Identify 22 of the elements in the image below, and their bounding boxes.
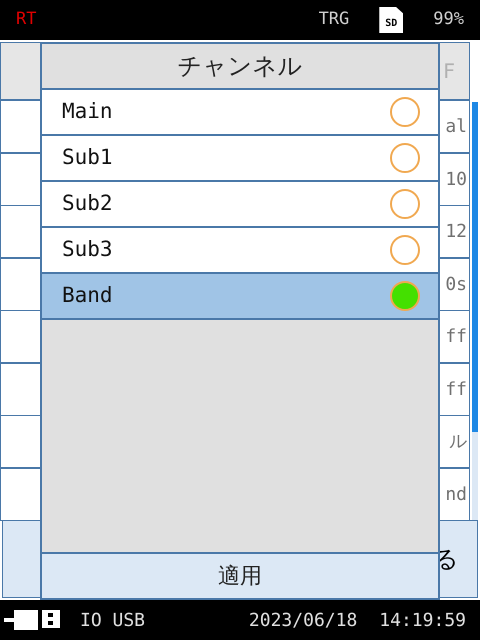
trigger-label: TRG	[318, 8, 350, 32]
dialog-title: チャンネル	[178, 51, 302, 82]
apply-button[interactable]: 適用	[42, 552, 438, 598]
radio-button[interactable]	[390, 235, 420, 265]
scrollbar-thumb[interactable]	[472, 102, 478, 432]
time-label: 14:19:59	[379, 608, 466, 632]
radio-button[interactable]	[390, 143, 420, 173]
connector-icon	[4, 608, 60, 632]
channel-option[interactable]: Sub2	[42, 182, 438, 228]
channel-option[interactable]: Main	[42, 90, 438, 136]
channel-option[interactable]: Sub1	[42, 136, 438, 182]
date-label: 2023/06/18	[248, 608, 358, 632]
scrollbar-track[interactable]	[472, 102, 478, 520]
channel-option[interactable]: Band	[42, 274, 438, 320]
radio-button[interactable]	[390, 281, 420, 311]
radio-button[interactable]	[390, 97, 420, 127]
battery-label: 99%	[433, 8, 464, 32]
radio-button[interactable]	[390, 189, 420, 219]
sd-card-icon: SD	[379, 7, 404, 33]
interface-label: IO USB	[80, 608, 146, 632]
channel-option[interactable]: Sub3	[42, 228, 438, 274]
mode-label: RT	[16, 8, 36, 32]
